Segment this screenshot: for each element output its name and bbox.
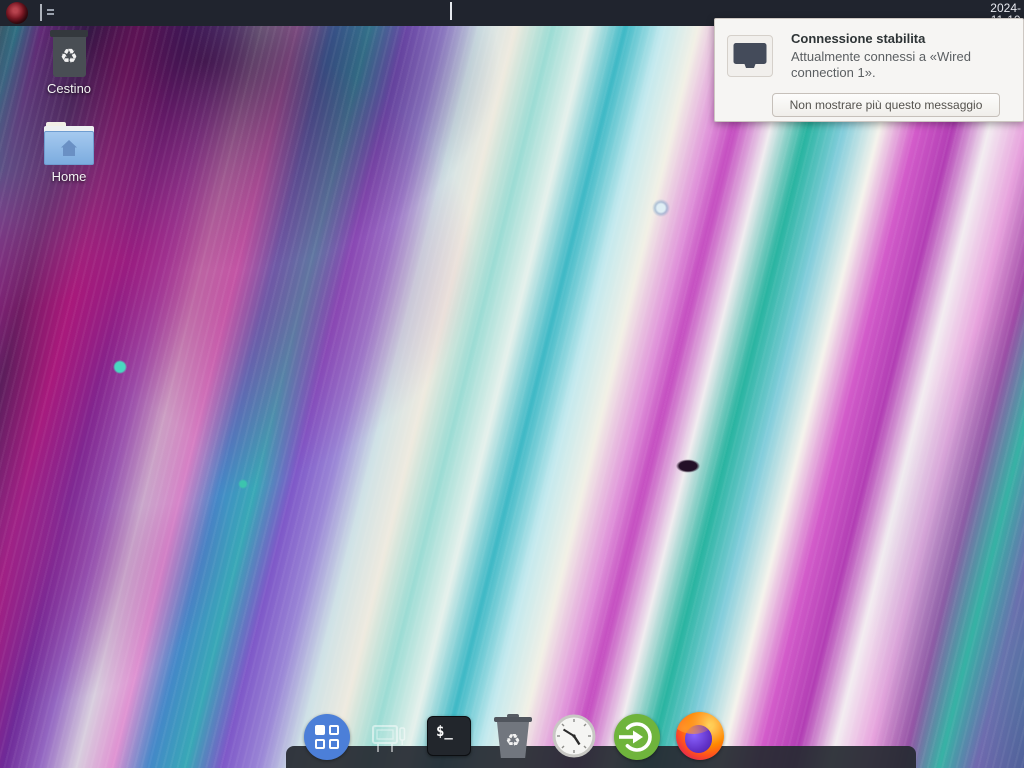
dock-item-display-tool[interactable]	[368, 718, 408, 758]
dismiss-notification-button[interactable]: Non mostrare più questo messaggio	[772, 93, 1000, 117]
dock-item-firefox[interactable]	[676, 712, 724, 760]
dock-item-trash[interactable]: ♻	[493, 714, 533, 760]
notification-title: Connessione stabilita	[791, 31, 925, 46]
terminal-prompt-glyph: $_	[436, 724, 453, 740]
desktop-icon-trash[interactable]: ♻ Cestino	[36, 30, 102, 96]
logout-icon	[614, 714, 660, 760]
notification-popup: Connessione stabilita Attualmente connes…	[714, 18, 1024, 122]
display-tool-icon	[368, 718, 408, 758]
analog-clock-icon	[551, 713, 597, 759]
trash-can-icon: ♻	[497, 722, 529, 758]
dock-item-clock[interactable]	[551, 713, 597, 759]
panel-divider	[40, 4, 42, 21]
menu-lines-icon[interactable]	[47, 9, 54, 17]
recycle-symbol-icon: ♻	[60, 47, 78, 67]
recycle-symbol-icon: ♻	[505, 732, 520, 749]
dock-item-logout[interactable]	[614, 714, 660, 760]
panel-caret	[450, 2, 452, 20]
notification-body: Attualmente connessi a «Wired connection…	[791, 49, 1017, 81]
desktop-icon-home[interactable]: Home	[36, 122, 102, 184]
distro-logo-icon[interactable]	[6, 2, 28, 24]
notification-icon-box	[727, 35, 773, 77]
desktop-icon-label: Home	[36, 169, 102, 184]
dock-item-applications-menu[interactable]	[304, 714, 350, 760]
app-grid-icon	[315, 725, 339, 749]
house-icon	[59, 139, 79, 157]
home-folder-icon	[44, 122, 94, 166]
trash-lid	[494, 717, 532, 722]
trash-can-icon: ♻	[50, 30, 88, 78]
dock-item-terminal[interactable]: $_	[427, 716, 471, 756]
wired-network-icon	[732, 41, 768, 71]
desktop-icon-label: Cestino	[36, 81, 102, 96]
